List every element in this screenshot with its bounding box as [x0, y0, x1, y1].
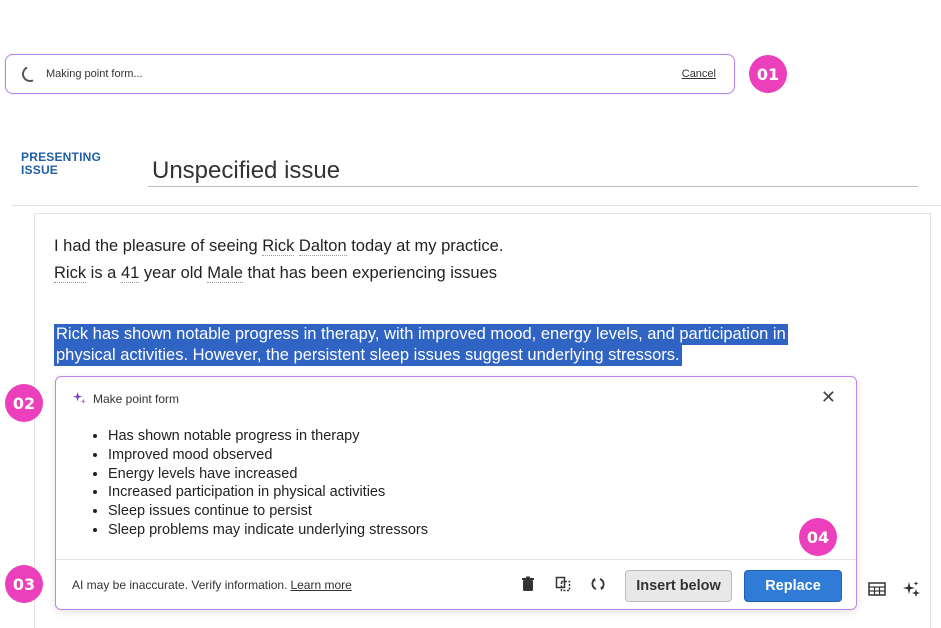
point-form-list: Has shown notable progress in therapy Im…	[88, 427, 428, 540]
replace-button[interactable]: Replace	[744, 570, 842, 602]
list-item: Has shown notable progress in therapy	[108, 427, 428, 446]
step-badge-03: 03	[5, 565, 43, 603]
editor-line-1: I had the pleasure of seeing Rick Dalton…	[54, 237, 503, 256]
presenting-issue-label: PRESENTING ISSUE	[21, 150, 102, 177]
patient-gender-token[interactable]: Male	[207, 264, 243, 283]
selected-text-line-2[interactable]: physical activities. However, the persis…	[54, 345, 682, 366]
sparkle-icon	[72, 391, 87, 405]
regenerate-icon[interactable]	[588, 574, 608, 594]
disclaimer-text: AI may be inaccurate. Verify information…	[72, 578, 288, 592]
presenting-issue-underline	[148, 186, 918, 187]
list-item: Sleep problems may indicate underlying s…	[108, 521, 428, 540]
editor-text: that has been experiencing issues	[242, 264, 498, 282]
popup-divider	[56, 559, 856, 560]
learn-more-link[interactable]: Learn more	[290, 578, 351, 592]
close-icon[interactable]: ✕	[821, 387, 836, 408]
step-badge-04: 04	[799, 518, 837, 556]
section-divider	[12, 205, 941, 206]
status-bar: Making point form... Cancel	[5, 54, 735, 94]
patient-age-token[interactable]: 41	[120, 264, 140, 283]
editor-text: I had the pleasure of seeing	[54, 237, 263, 255]
insert-below-button[interactable]: Insert below	[625, 570, 732, 602]
presenting-issue-value[interactable]: Unspecified issue	[152, 157, 340, 185]
list-item: Improved mood observed	[108, 446, 428, 465]
patient-last-name-token[interactable]: Dalton	[298, 237, 347, 256]
selected-text-line-1[interactable]: Rick has shown notable progress in thera…	[54, 324, 788, 345]
popup-header: Make point form	[72, 391, 179, 406]
status-text: Making point form...	[46, 68, 143, 80]
ai-disclaimer: AI may be inaccurate. Verify information…	[72, 578, 352, 592]
step-badge-01: 01	[749, 55, 787, 93]
list-item: Sleep issues continue to persist	[108, 502, 428, 521]
copy-icon[interactable]	[553, 574, 573, 594]
patient-name-token[interactable]: Rick	[54, 264, 87, 283]
editor-text: is a	[86, 264, 121, 282]
ai-sparkle-icon[interactable]	[898, 575, 926, 603]
editor-line-2: Rick is a 41 year old Male that has been…	[54, 264, 497, 283]
popup-title: Make point form	[93, 391, 180, 406]
editor-text: today at my practice.	[346, 237, 504, 255]
patient-first-name-token[interactable]: Rick	[262, 237, 295, 256]
table-icon[interactable]	[863, 575, 891, 603]
list-item: Increased participation in physical acti…	[108, 483, 428, 502]
editor-text: year old	[139, 264, 208, 282]
spinner-icon	[19, 63, 41, 85]
make-point-form-popup: Make point form ✕ Has shown notable prog…	[55, 376, 857, 610]
step-badge-02: 02	[5, 384, 43, 422]
cancel-link[interactable]: Cancel	[682, 68, 716, 80]
trash-icon[interactable]	[518, 574, 538, 594]
list-item: Energy levels have increased	[108, 465, 428, 484]
